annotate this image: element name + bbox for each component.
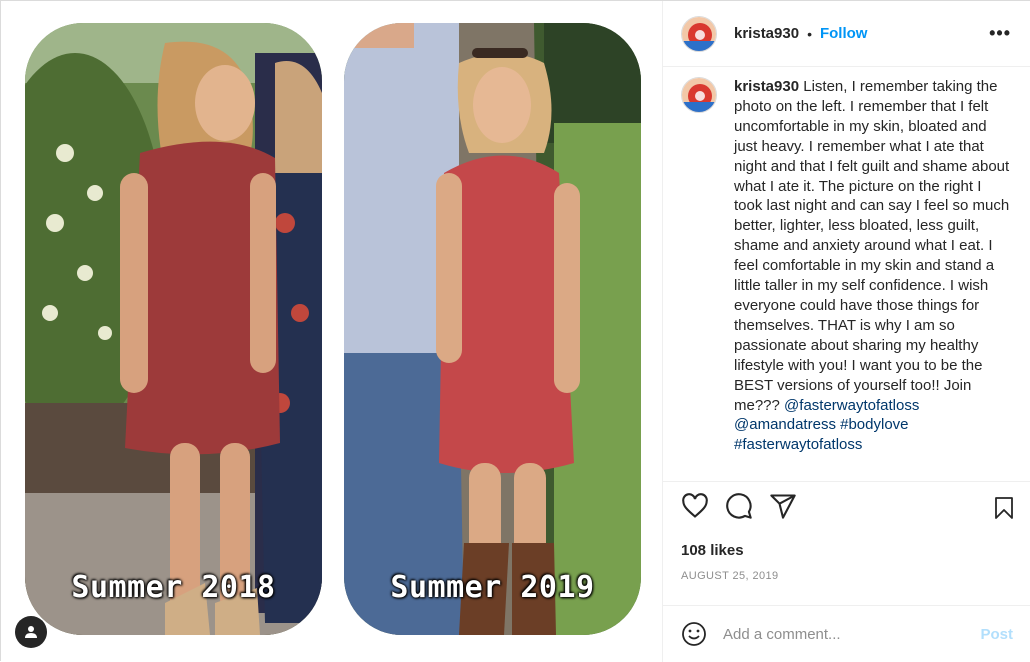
username[interactable]: krista930 [734,25,799,42]
avatar[interactable] [681,15,717,52]
hashtag-link[interactable]: #bodylove [840,416,908,433]
caption-avatar-image [682,78,716,112]
bookmark-icon[interactable] [993,496,1015,520]
emoji-icon[interactable] [681,621,707,647]
caption-avatar[interactable] [681,77,717,113]
post-comment-button[interactable]: Post [980,626,1013,643]
post-window: Summer 2018 Summer 2019 krista930 • Foll… [0,0,1030,662]
post-sidebar: krista930 • Follow ••• krista930 Listen,… [663,1,1030,662]
avatar-image [682,16,716,51]
heart-icon[interactable] [681,492,709,520]
photo-left: Summer 2018 [25,23,322,635]
follow-button[interactable]: Follow [820,25,868,42]
more-icon[interactable]: ••• [989,23,1011,44]
post-header: krista930 • Follow ••• [663,1,1030,67]
caption-text: krista930 Listen, I remember taking the … [734,77,1013,455]
caption-area: krista930 Listen, I remember taking the … [663,67,1030,481]
photo-right: Summer 2019 [344,23,641,635]
user-tag-button[interactable] [15,616,47,648]
comment-box: Post [663,605,1030,662]
caption-body: Listen, I remember taking the photo on t… [734,78,1010,414]
share-icon[interactable] [769,492,797,520]
comment-input[interactable] [723,625,953,643]
photo-right-image [344,23,641,635]
post-date: AUGUST 25, 2019 [681,570,779,582]
user-tag-icon [25,626,37,638]
mention-link[interactable]: @amandatress [734,416,836,433]
likes-count[interactable]: 108 likes [681,542,744,559]
hashtag-link[interactable]: #fasterwaytofatloss [734,436,862,453]
mention-link[interactable]: @fasterwaytofatloss [784,397,919,414]
photo-left-image [25,23,322,635]
comment-icon[interactable] [725,492,753,520]
photo-left-label: Summer 2018 [71,570,276,605]
caption-row: krista930 Listen, I remember taking the … [681,77,1013,455]
photo-right-label: Summer 2019 [390,570,595,605]
post-media[interactable]: Summer 2018 Summer 2019 [1,1,663,662]
separator-dot: • [807,25,812,42]
caption-username[interactable]: krista930 [734,78,799,95]
action-bar [663,481,1030,529]
